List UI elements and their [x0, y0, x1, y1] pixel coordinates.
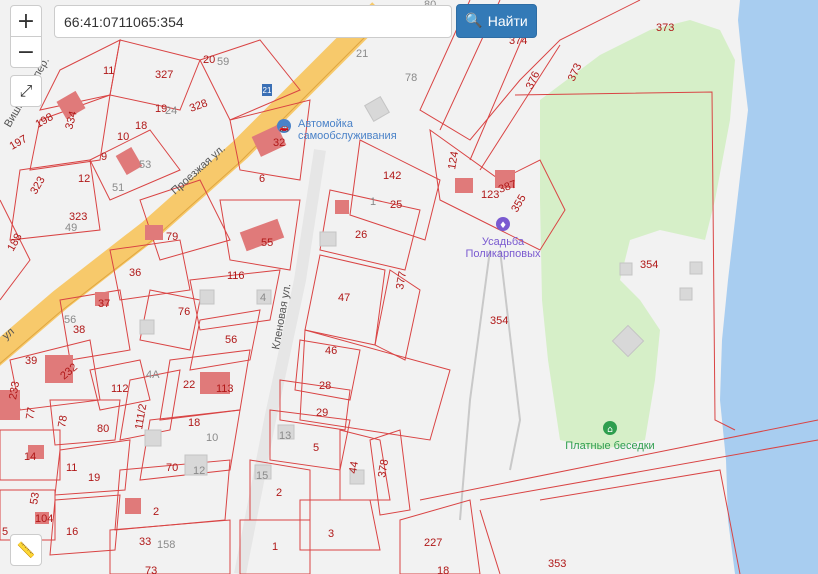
parcel-number: 11 [103, 65, 114, 77]
fullscreen-button[interactable]: ⤢ [10, 75, 42, 107]
parcel-number: 44 [347, 460, 361, 474]
parcel-number: 21 [356, 48, 368, 60]
parcel-number: 29 [316, 407, 328, 419]
parcel-number: 2 [276, 487, 282, 499]
parcel-number: 51 [112, 182, 124, 194]
parcel-number: 18 [135, 120, 147, 132]
route-21-badge: 21 [262, 84, 272, 96]
parcel-number: 79 [166, 231, 178, 243]
minus-icon: − [16, 39, 36, 65]
parcel-number: 158 [157, 539, 175, 551]
parcel-number: 327 [155, 69, 173, 81]
poi-label: Усадьба [482, 236, 525, 248]
parcel-number: 28 [319, 380, 331, 392]
parcel-number: 18 [437, 565, 449, 574]
poi-label: Автомойка [298, 118, 354, 130]
parcel-number: 53 [139, 159, 151, 171]
parcel-number: 1 [272, 541, 278, 553]
parcel-number: 5 [2, 526, 8, 538]
parcel-number: 354 [640, 259, 658, 271]
carwash-marker[interactable]: 🚗 [277, 119, 291, 133]
parcel-number: 33 [139, 536, 151, 548]
parcel-number: 32 [273, 137, 285, 149]
parcel-number: 53 [28, 491, 42, 505]
parcel-number: 373 [656, 22, 674, 34]
parcel-number: 77 [24, 406, 38, 420]
parcel-number: 16 [66, 526, 78, 538]
parcel-number: 11 [66, 462, 77, 474]
parcel-number: 353 [548, 558, 566, 570]
parcel-number: 73 [145, 565, 157, 574]
search-button-label: Найти [487, 13, 528, 29]
svg-text:♦: ♦ [499, 221, 507, 231]
parcel-number: 36 [129, 267, 141, 279]
zoom-in-button[interactable]: + [10, 5, 42, 37]
parcel-number: 3 [328, 528, 334, 540]
parcel-number: 24 [165, 105, 177, 117]
parcel-number: 13 [279, 430, 291, 442]
parcel-number: 5 [313, 442, 319, 454]
poi-label: самообслуживания [298, 130, 397, 142]
poi-label: Поликарповых [466, 248, 541, 260]
zoom-out-button[interactable]: − [10, 36, 42, 68]
parcel-number: 56 [225, 334, 237, 346]
parcel-number: 39 [25, 355, 37, 367]
parcel-number: 49 [65, 222, 77, 234]
parcel-number: 18 [188, 417, 200, 429]
parcel-number: 2 [153, 506, 159, 518]
svg-text:21: 21 [263, 86, 272, 95]
parcel-number: 25 [390, 199, 402, 211]
search-input[interactable] [54, 5, 452, 38]
svg-text:🚗: 🚗 [279, 123, 289, 132]
parcel-number: 113 [216, 383, 234, 395]
cadastral-map[interactable]: 🚗 ♦ ⌂ 21 Проезжая ул. Кленовая ул. Вишнё… [0, 0, 818, 574]
estate-marker[interactable]: ♦ [496, 217, 510, 231]
ruler-icon: 📏 [16, 541, 36, 559]
poi-label: Платные беседки [565, 440, 654, 452]
parcel-number: 12 [193, 465, 205, 477]
parcel-number: 4 [260, 292, 266, 304]
parcel-number: 55 [261, 237, 273, 249]
parcel-number: 112 [111, 383, 129, 395]
plus-icon: + [16, 8, 36, 34]
parcel-number: 26 [355, 229, 367, 241]
parcel-number: 10 [117, 131, 129, 143]
parcel-number: 15 [256, 470, 268, 482]
parcel-number: 80 [97, 423, 109, 435]
parcel-number: 47 [338, 292, 350, 304]
parcel-number: 20 [203, 54, 215, 66]
parcel-number: 37 [98, 298, 110, 310]
parcel-number: 46 [325, 345, 337, 357]
parcel-number: 76 [178, 306, 190, 318]
parcel-number: 123 [481, 189, 499, 201]
expand-icon: ⤢ [19, 81, 33, 100]
parcel-number: 12 [78, 173, 90, 185]
gazebos-marker[interactable]: ⌂ [603, 421, 617, 435]
search-icon: 🔍 [465, 13, 483, 29]
parcel-number: 22 [183, 379, 195, 391]
parcel-number: 19 [88, 472, 100, 484]
parcel-number: 78 [56, 414, 70, 428]
parcel-number: 10 [206, 432, 218, 444]
measure-button[interactable]: 📏 [10, 534, 42, 566]
search-button[interactable]: 🔍 Найти [456, 4, 537, 38]
svg-text:⌂: ⌂ [607, 425, 613, 435]
parcel-number: 142 [383, 170, 401, 182]
parcel-number: 14 [24, 451, 36, 463]
parcel-number: 116 [227, 270, 245, 282]
parcel-number: 9 [101, 151, 107, 163]
parcel-number: 59 [217, 56, 229, 68]
parcel-number: 1 [370, 196, 376, 208]
parcel-number: 38 [73, 324, 85, 336]
parcel-number: 70 [166, 462, 178, 474]
parcel-number: 104 [35, 513, 53, 525]
parcel-number: 354 [490, 315, 508, 327]
parcel-number: 78 [405, 72, 417, 84]
parcel-number: 6 [259, 173, 265, 185]
parcel-number: 4A [146, 369, 160, 381]
parcel-number: 227 [424, 537, 442, 549]
